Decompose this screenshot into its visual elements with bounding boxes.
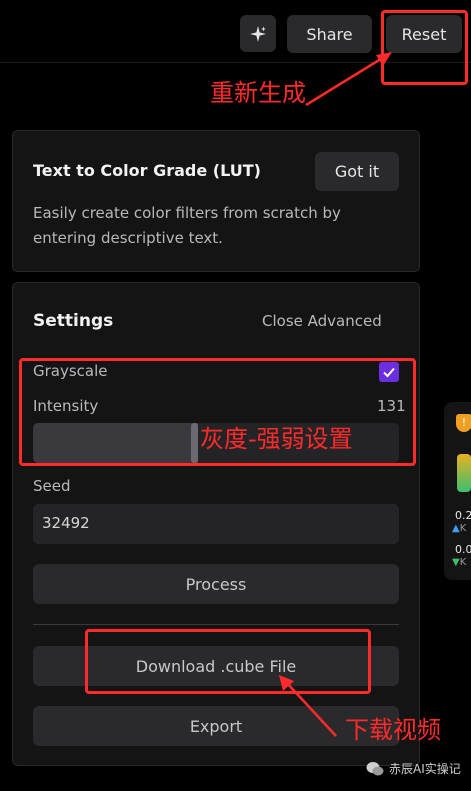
watermark: 赤辰AI实操记	[366, 760, 461, 777]
side-widget-value1: 0.2	[455, 509, 471, 522]
seed-label: Seed	[33, 477, 71, 495]
shield-icon: !	[456, 414, 471, 432]
side-widget-unit1: ▲K	[452, 523, 467, 534]
side-widget-unit1-text: K	[459, 523, 467, 534]
side-widget[interactable]: ! 0.2 ▲K 0.0 ▼K	[444, 402, 471, 580]
sparkle-icon	[250, 25, 266, 42]
watermark-text: 赤辰AI实操记	[389, 762, 461, 776]
settings-title: Settings	[33, 311, 114, 331]
download-annotation: 下载视频	[345, 716, 441, 744]
level-meter	[457, 454, 471, 492]
intro-description-line1: Easily create color filters from scratch…	[33, 204, 341, 222]
download-arrow-icon	[279, 675, 337, 737]
process-button[interactable]: Process	[33, 564, 399, 604]
grayscale-annotation: 灰度-强弱设置	[200, 425, 353, 453]
got-it-button[interactable]: Got it	[315, 152, 399, 191]
wechat-icon	[366, 761, 384, 775]
intro-description-line2: entering descriptive text.	[33, 229, 223, 247]
intro-card: Text to Color Grade (LUT) Got it Easily …	[12, 130, 420, 272]
magic-button[interactable]	[240, 15, 276, 52]
divider	[33, 624, 399, 625]
intro-title: Text to Color Grade (LUT)	[33, 161, 261, 180]
side-widget-unit2-text: K	[459, 557, 467, 568]
seed-value: 32492	[42, 514, 90, 532]
side-widget-value2: 0.0	[455, 543, 471, 556]
side-widget-unit2: ▼K	[452, 557, 467, 568]
close-advanced-button[interactable]: Close Advanced	[262, 312, 382, 330]
reset-annotation: 重新生成	[210, 79, 306, 107]
reset-arrow-icon	[305, 52, 392, 107]
seed-input[interactable]: 32492	[33, 504, 399, 544]
